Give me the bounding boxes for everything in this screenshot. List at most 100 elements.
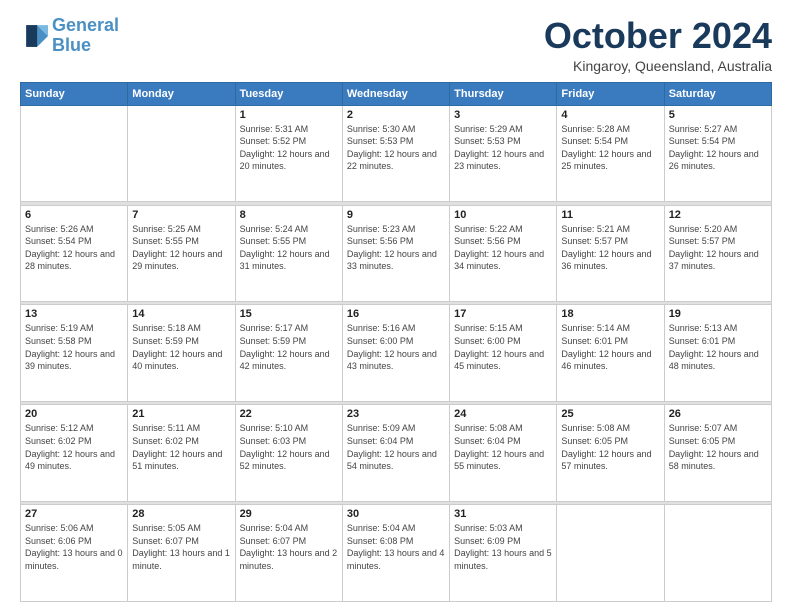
day-number: 2 [347,109,445,121]
day-number: 6 [25,209,123,221]
calendar-cell-w4-d7: 26Sunrise: 5:07 AMSunset: 6:05 PMDayligh… [664,405,771,502]
calendar-cell-w1-d3: 1Sunrise: 5:31 AMSunset: 5:52 PMDaylight… [235,105,342,202]
day-info: Sunrise: 5:27 AMSunset: 5:54 PMDaylight:… [669,123,767,173]
day-number: 22 [240,408,338,420]
calendar-cell-w2-d7: 12 Sunrise: 5:20 AMSunset: 5:57 PMDayligh… [664,205,771,302]
day-number: 12 [669,209,767,221]
day-number: 20 [25,408,123,420]
day-info: Sunrise: 5:12 AMSunset: 6:02 PMDaylight:… [25,422,123,472]
day-number: 5 [669,109,767,121]
day-number: 4 [561,109,659,121]
day-number: 28 [132,508,230,520]
day-number: 31 [454,508,552,520]
calendar-cell-w2-d3: 8 Sunrise: 5:24 AMSunset: 5:55 PMDaylight… [235,205,342,302]
day-info: Sunrise: 5:30 AMSunset: 5:53 PMDaylight:… [347,123,445,173]
calendar-cell-w5-d5: 31 Sunrise: 5:03 AMSunset: 6:09 PMDayligh… [450,505,557,602]
day-info: Sunrise: 5:20 AMSunset: 5:57 PMDaylight:… [669,223,767,273]
calendar-cell-w3-d7: 19Sunrise: 5:13 AMSunset: 6:01 PMDayligh… [664,305,771,402]
day-number: 19 [669,308,767,320]
day-number: 3 [454,109,552,121]
day-info: Sunrise: 5:21 AMSunset: 5:57 PMDaylight:… [561,223,659,273]
day-number: 1 [240,109,338,121]
title-block: October 2024 Kingaroy, Queensland, Austr… [544,16,772,74]
calendar-cell-w4-d3: 22Sunrise: 5:10 AMSunset: 6:03 PMDayligh… [235,405,342,502]
calendar-cell-w2-d5: 10 Sunrise: 5:22 AMSunset: 5:56 PMDayligh… [450,205,557,302]
calendar-cell-w1-d2 [128,105,235,202]
calendar-cell-w2-d6: 11 Sunrise: 5:21 AMSunset: 5:57 PMDayligh… [557,205,664,302]
calendar-body: 1Sunrise: 5:31 AMSunset: 5:52 PMDaylight… [21,105,772,601]
day-number: 13 [25,308,123,320]
calendar-cell-w3-d2: 14 Sunrise: 5:18 AMSunset: 5:59 PMDayligh… [128,305,235,402]
calendar-cell-w5-d7 [664,505,771,602]
day-number: 27 [25,508,123,520]
day-info: Sunrise: 5:11 AMSunset: 6:02 PMDaylight:… [132,422,230,472]
calendar-cell-w5-d2: 28 Sunrise: 5:05 AMSunset: 6:07 PMDayligh… [128,505,235,602]
calendar-cell-w1-d1 [21,105,128,202]
day-info: Sunrise: 5:26 AMSunset: 5:54 PMDaylight:… [25,223,123,273]
day-number: 18 [561,308,659,320]
day-info: Sunrise: 5:15 AMSunset: 6:00 PMDaylight:… [454,322,552,372]
calendar-week-4: 20 Sunrise: 5:12 AMSunset: 6:02 PMDayligh… [21,405,772,502]
day-info: Sunrise: 5:24 AMSunset: 5:55 PMDaylight:… [240,223,338,273]
calendar-cell-w1-d7: 5 Sunrise: 5:27 AMSunset: 5:54 PMDaylight… [664,105,771,202]
day-info: Sunrise: 5:29 AMSunset: 5:53 PMDaylight:… [454,123,552,173]
col-sunday: Sunday [21,82,128,105]
day-info: Sunrise: 5:18 AMSunset: 5:59 PMDaylight:… [132,322,230,372]
day-info: Sunrise: 5:16 AMSunset: 6:00 PMDaylight:… [347,322,445,372]
calendar-cell-w2-d1: 6 Sunrise: 5:26 AMSunset: 5:54 PMDaylight… [21,205,128,302]
calendar-cell-w3-d3: 15 Sunrise: 5:17 AMSunset: 5:59 PMDayligh… [235,305,342,402]
day-number: 29 [240,508,338,520]
day-number: 24 [454,408,552,420]
day-number: 21 [132,408,230,420]
calendar-cell-w2-d2: 7Sunrise: 5:25 AMSunset: 5:55 PMDaylight… [128,205,235,302]
day-info: Sunrise: 5:08 AMSunset: 6:04 PMDaylight:… [454,422,552,472]
calendar-cell-w4-d1: 20 Sunrise: 5:12 AMSunset: 6:02 PMDayligh… [21,405,128,502]
day-number: 23 [347,408,445,420]
day-info: Sunrise: 5:17 AMSunset: 5:59 PMDaylight:… [240,322,338,372]
calendar-cell-w5-d4: 30Sunrise: 5:04 AMSunset: 6:08 PMDayligh… [342,505,449,602]
header: General Blue October 2024 Kingaroy, Quee… [20,16,772,74]
day-number: 8 [240,209,338,221]
calendar-week-2: 6 Sunrise: 5:26 AMSunset: 5:54 PMDaylight… [21,205,772,302]
day-info: Sunrise: 5:19 AMSunset: 5:58 PMDaylight:… [25,322,123,372]
calendar-cell-w1-d4: 2 Sunrise: 5:30 AMSunset: 5:53 PMDaylight… [342,105,449,202]
day-number: 26 [669,408,767,420]
page: General Blue October 2024 Kingaroy, Quee… [0,0,792,612]
day-number: 11 [561,209,659,221]
calendar-cell-w5-d3: 29 Sunrise: 5:04 AMSunset: 6:07 PMDayligh… [235,505,342,602]
calendar-cell-w4-d4: 23Sunrise: 5:09 AMSunset: 6:04 PMDayligh… [342,405,449,502]
logo-icon [20,22,48,50]
logo-blue: Blue [52,35,91,55]
col-wednesday: Wednesday [342,82,449,105]
col-friday: Friday [557,82,664,105]
day-info: Sunrise: 5:22 AMSunset: 5:56 PMDaylight:… [454,223,552,273]
col-thursday: Thursday [450,82,557,105]
col-monday: Monday [128,82,235,105]
day-info: Sunrise: 5:08 AMSunset: 6:05 PMDaylight:… [561,422,659,472]
day-info: Sunrise: 5:14 AMSunset: 6:01 PMDaylight:… [561,322,659,372]
logo-text: General Blue [52,16,119,56]
col-saturday: Saturday [664,82,771,105]
calendar-week-3: 13 Sunrise: 5:19 AMSunset: 5:58 PMDayligh… [21,305,772,402]
day-number: 7 [132,209,230,221]
day-number: 30 [347,508,445,520]
day-number: 14 [132,308,230,320]
day-info: Sunrise: 5:04 AMSunset: 6:07 PMDaylight:… [240,522,338,572]
calendar-cell-w2-d4: 9 Sunrise: 5:23 AMSunset: 5:56 PMDaylight… [342,205,449,302]
main-title: October 2024 [544,16,772,56]
calendar-cell-w5-d6 [557,505,664,602]
calendar-cell-w5-d1: 27Sunrise: 5:06 AMSunset: 6:06 PMDayligh… [21,505,128,602]
calendar-header-row: Sunday Monday Tuesday Wednesday Thursday… [21,82,772,105]
day-number: 10 [454,209,552,221]
day-info: Sunrise: 5:23 AMSunset: 5:56 PMDaylight:… [347,223,445,273]
calendar-week-1: 1Sunrise: 5:31 AMSunset: 5:52 PMDaylight… [21,105,772,202]
day-info: Sunrise: 5:05 AMSunset: 6:07 PMDaylight:… [132,522,230,572]
day-number: 9 [347,209,445,221]
calendar-cell-w3-d4: 16Sunrise: 5:16 AMSunset: 6:00 PMDayligh… [342,305,449,402]
day-number: 15 [240,308,338,320]
calendar-cell-w3-d1: 13 Sunrise: 5:19 AMSunset: 5:58 PMDayligh… [21,305,128,402]
calendar-week-5: 27Sunrise: 5:06 AMSunset: 6:06 PMDayligh… [21,505,772,602]
day-info: Sunrise: 5:03 AMSunset: 6:09 PMDaylight:… [454,522,552,572]
calendar-cell-w4-d6: 25Sunrise: 5:08 AMSunset: 6:05 PMDayligh… [557,405,664,502]
calendar-cell-w4-d5: 24 Sunrise: 5:08 AMSunset: 6:04 PMDayligh… [450,405,557,502]
